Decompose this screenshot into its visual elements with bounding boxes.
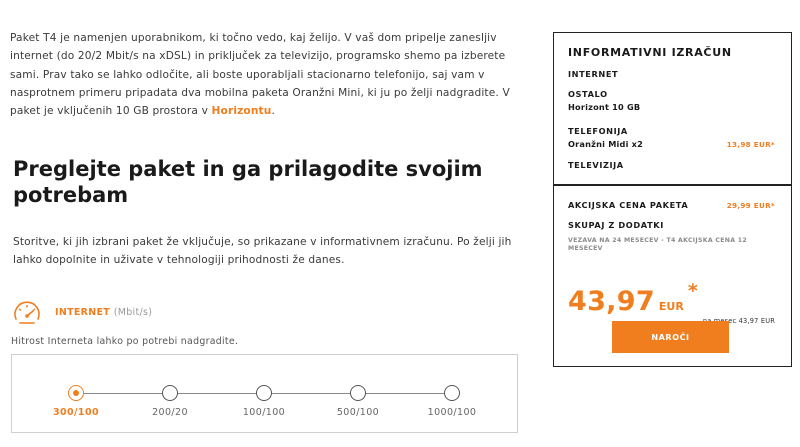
calc-other-item: Horizont 10 GB [568,102,641,112]
internet-unit: (Mbit/s) [113,307,153,318]
calc-telephony-item: Oranžni Midi x2 [568,139,644,149]
speed-selector: 300/100 200/20 100/100 500/100 1000/100 [11,354,518,433]
internet-section-title: INTERNET (Mbit/s) [55,307,152,318]
speed-option-300-100[interactable]: 300/100 [46,385,106,418]
calc-telephony-price: 13,98 EUR* [726,140,775,149]
internet-title: INTERNET [55,307,111,318]
calc-binding-note: VEZAVA NA 24 MESECEV - T4 AKCIJSKA CENA … [568,237,747,252]
intro-text-end: . [271,105,275,118]
speed-option-100-100[interactable]: 100/100 [234,385,294,418]
radio-button-selected[interactable] [68,385,84,401]
speed-option-1000-100[interactable]: 1000/100 [422,385,482,418]
speedometer-icon [14,301,40,324]
radio-button[interactable] [256,385,272,401]
package-intro: Paket T4 je namenjen uporabnikom, ki toč… [10,29,512,120]
calc-total-price: 43,97 EUR * [568,280,698,317]
speed-option-label: 300/100 [53,407,99,418]
radio-button[interactable] [162,385,178,401]
speed-option-label: 500/100 [336,407,380,418]
speed-option-label: 1000/100 [427,407,477,418]
section-heading: Preglejte paket in ga prilagodite svojim… [13,157,483,207]
order-button[interactable]: NAROČI [612,321,729,353]
speed-option-label: 200/20 [152,407,188,418]
total-price-asterisk: * [687,280,698,302]
speed-option-200-20[interactable]: 200/20 [140,385,200,418]
calc-other-label: OSTALO [568,89,608,99]
internet-hint: Hitrost Interneta lahko po potrebi nadgr… [11,336,239,347]
calc-divider [554,184,791,186]
calc-promo-label: AKCIJSKA CENA PAKETA [568,200,689,210]
calc-internet-label: INTERNET [568,69,619,79]
speed-option-500-100[interactable]: 500/100 [328,385,388,418]
calc-total-label: SKUPAJ Z DODATKI [568,220,664,230]
radio-button[interactable] [444,385,460,401]
calc-tv-label: TELEVIZIJA [568,160,624,170]
price-calculator: INFORMATIVNI IZRAČUN INTERNET OSTALO Hor… [553,32,792,367]
total-price-value: 43,97 [568,286,655,317]
total-price-currency: EUR [658,300,684,313]
horizont-link[interactable]: Horizontu [212,105,272,117]
speed-option-label: 100/100 [242,407,286,418]
calc-promo-price: 29,99 EUR* [726,201,775,210]
calculator-title: INFORMATIVNI IZRAČUN [568,46,732,59]
section-description: Storitve, ki jih izbrani paket že vključ… [13,236,512,267]
radio-button[interactable] [350,385,366,401]
calc-telephony-label: TELEFONIJA [568,126,628,136]
